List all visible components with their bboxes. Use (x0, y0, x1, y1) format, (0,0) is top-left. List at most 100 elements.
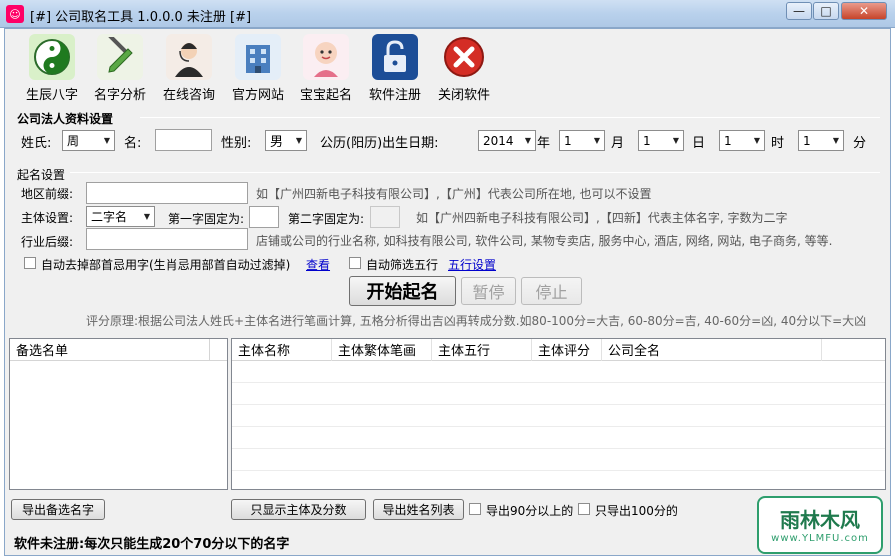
table-row (232, 383, 885, 405)
second-fixed-input[interactable] (370, 206, 400, 228)
export-100-checkbox[interactable] (578, 503, 590, 515)
column-header[interactable]: 公司全名 (602, 338, 822, 361)
operator-icon (166, 34, 212, 80)
toolbar-label: 在线咨询 (162, 88, 215, 103)
chevron-down-icon: ▼ (295, 136, 302, 145)
baby-icon (303, 34, 349, 80)
app-icon: ☺ (6, 5, 24, 23)
gender-label: 性别: (221, 136, 252, 151)
region-prefix-input[interactable] (86, 182, 248, 204)
stop-button[interactable]: 停止 (521, 277, 582, 305)
chevron-down-icon: ▼ (103, 136, 110, 145)
pause-button[interactable]: 暂停 (461, 277, 516, 305)
industry-label: 行业后缀: (21, 235, 74, 249)
chevron-down-icon: ▼ (593, 136, 600, 145)
given-name-input[interactable] (155, 129, 212, 151)
auto-remove-label: 自动去掉部首忌用字(生肖忌用部首自动过滤掉) (41, 258, 291, 272)
export-90-checkbox[interactable] (469, 503, 481, 515)
toolbar-label: 宝宝起名 (299, 88, 352, 103)
region-label: 地区前缀: (21, 187, 74, 201)
chevron-down-icon: ▼ (524, 136, 531, 145)
section-divider (140, 117, 880, 118)
maximize-button[interactable]: □ (813, 2, 839, 20)
subject-hint: 如【广州四新电子科技有限公司】,【四新】代表主体名字, 字数为二字 (416, 211, 788, 225)
wuxing-settings-link[interactable]: 五行设置 (448, 256, 496, 273)
industry-hint: 店铺或公司的行业名称, 如科技有限公司, 软件公司, 某物专卖店, 服务中心, … (256, 234, 833, 248)
chevron-down-icon: ▼ (143, 212, 150, 221)
hour-unit: 时 (771, 136, 785, 151)
subject-select[interactable]: 二字名 ▼ (86, 206, 155, 227)
table-row (232, 361, 885, 383)
start-naming-button[interactable]: 开始起名 (349, 276, 456, 306)
toolbar-button-baby-naming[interactable]: 宝宝起名 (294, 34, 358, 103)
minute-unit: 分 (853, 136, 867, 151)
watermark-url: www.YLMFU.com (771, 533, 869, 544)
name-label: 名: (124, 136, 142, 151)
first-fixed-input[interactable] (249, 206, 279, 228)
toolbar-button-website[interactable]: 官方网站 (226, 34, 290, 103)
minimize-button[interactable]: — (786, 2, 812, 20)
column-header[interactable]: 主体五行 (432, 338, 532, 361)
export-candidates-button[interactable]: 导出备选名字 (11, 499, 105, 520)
minute-select[interactable]: 1 ▼ (798, 130, 844, 151)
month-unit: 月 (611, 136, 625, 151)
chevron-down-icon: ▼ (832, 136, 839, 145)
naming-section-title: 起名设置 (17, 168, 66, 182)
toolbar-label: 软件注册 (368, 88, 421, 103)
legal-section-title: 公司法人资料设置 (17, 112, 114, 126)
candidate-header-label: 备选名单 (10, 338, 210, 361)
toolbar-button-bazi[interactable]: 生辰八字 (20, 34, 84, 103)
results-grid[interactable]: 主体名称 主体繁体笔画 主体五行 主体评分 公司全名 (231, 338, 886, 490)
score-note: 评分原理:根据公司法人姓氏+主体名进行笔画计算, 五格分析得出吉凶再转成分数.如… (86, 314, 867, 328)
section-divider (70, 172, 880, 173)
toolbar-label: 名字分析 (93, 88, 146, 103)
industry-suffix-input[interactable] (86, 228, 248, 250)
results-grid-header: 主体名称 主体繁体笔画 主体五行 主体评分 公司全名 (232, 338, 885, 361)
table-row (232, 427, 885, 449)
column-header[interactable]: 主体评分 (532, 338, 602, 361)
pencil-ruler-icon (97, 34, 143, 80)
candidate-list-header: 备选名单 (10, 338, 227, 361)
table-row (232, 449, 885, 471)
export-100-label: 只导出100分的 (595, 504, 678, 518)
subject-label: 主体设置: (21, 211, 74, 225)
toolbar-button-consult[interactable]: 在线咨询 (157, 34, 221, 103)
surname-select[interactable]: 周 ▼ (62, 130, 115, 151)
view-link[interactable]: 查看 (306, 256, 330, 273)
gender-select[interactable]: 男 ▼ (265, 130, 307, 151)
toolbar-label: 生辰八字 (25, 88, 78, 103)
taiji-icon (29, 34, 75, 80)
toolbar-button-close-app[interactable]: 关闭软件 (432, 34, 496, 103)
column-header[interactable]: 主体名称 (232, 338, 332, 361)
day-select[interactable]: 1 ▼ (638, 130, 684, 151)
export-90-label: 导出90分以上的 (486, 504, 574, 518)
auto-filter-checkbox[interactable] (349, 257, 361, 269)
hour-select[interactable]: 1 ▼ (719, 130, 765, 151)
first-fixed-label: 第一字固定为: (168, 212, 245, 226)
candidate-list[interactable]: 备选名单 (9, 338, 228, 490)
toolbar-label: 官方网站 (231, 88, 284, 103)
building-icon (235, 34, 281, 80)
watermark-logo: 雨林木风 www.YLMFU.com (757, 496, 883, 554)
month-select[interactable]: 1 ▼ (559, 130, 605, 151)
export-name-list-button[interactable]: 导出姓名列表 (373, 499, 464, 520)
show-subject-score-button[interactable]: 只显示主体及分数 (231, 499, 366, 520)
second-fixed-label: 第二字固定为: (288, 212, 365, 226)
lock-icon (372, 34, 418, 80)
region-hint: 如【广州四新电子科技有限公司】,【广州】代表公司所在地, 也可以不设置 (256, 187, 652, 201)
auto-remove-checkbox[interactable] (24, 257, 36, 269)
auto-filter-label: 自动筛选五行 (366, 258, 439, 272)
toolbar-button-name-analysis[interactable]: 名字分析 (88, 34, 152, 103)
column-header[interactable]: 主体繁体笔画 (332, 338, 432, 361)
year-select[interactable]: 2014 ▼ (478, 130, 536, 151)
close-window-button[interactable]: ✕ (841, 2, 887, 20)
close-icon (441, 34, 487, 80)
watermark-brand: 雨林木风 (780, 508, 860, 532)
surname-label: 姓氏: (21, 136, 52, 151)
chevron-down-icon: ▼ (672, 136, 679, 145)
status-text: 软件未注册:每次只能生成20个70分以下的名字 (14, 537, 290, 552)
toolbar-label: 关闭软件 (437, 88, 490, 103)
toolbar-button-register[interactable]: 软件注册 (363, 34, 427, 103)
window-title: [#] 公司取名工具 1.0.0.0 未注册 [#] (30, 10, 252, 25)
birth-date-label: 公历(阳历)出生日期: (320, 136, 439, 151)
